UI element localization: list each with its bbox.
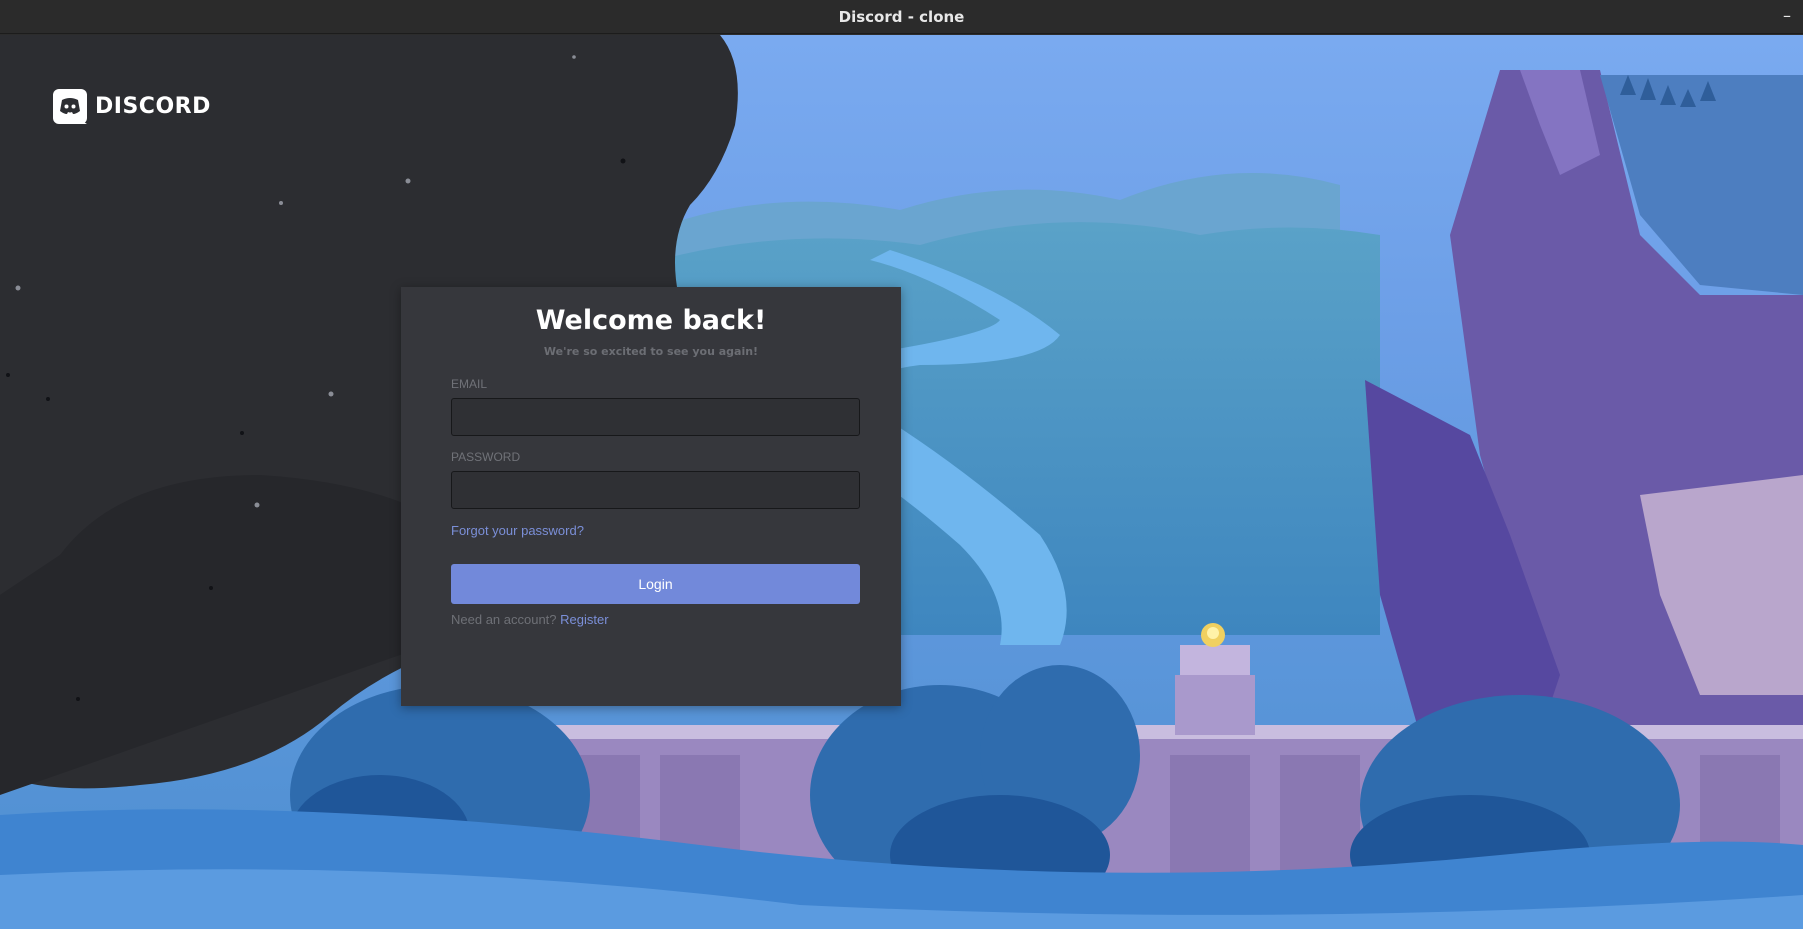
window-title: Discord - clone bbox=[838, 8, 965, 26]
forgot-password-link[interactable]: Forgot your password? bbox=[451, 523, 584, 538]
register-row: Need an account? Register bbox=[451, 612, 609, 627]
discord-icon bbox=[53, 89, 87, 124]
login-card: Welcome back! We're so excited to see yo… bbox=[401, 287, 901, 706]
window-titlebar: Discord - clone – bbox=[0, 0, 1803, 34]
password-label: PASSWORD bbox=[451, 450, 521, 464]
discord-wordmark: DISCORD bbox=[95, 94, 211, 119]
email-field[interactable] bbox=[451, 398, 860, 436]
page-title: Welcome back! bbox=[535, 305, 767, 336]
password-field[interactable] bbox=[451, 471, 860, 509]
login-button[interactable]: Login bbox=[451, 564, 860, 604]
register-link[interactable]: Register bbox=[560, 612, 608, 627]
minimize-button[interactable]: – bbox=[1783, 0, 1791, 32]
login-page: DISCORD Welcome back! We're so excited t… bbox=[0, 35, 1803, 929]
discord-logo: DISCORD bbox=[53, 89, 211, 124]
background-illustration bbox=[0, 35, 1803, 929]
register-prompt: Need an account? bbox=[451, 612, 557, 627]
page-subtitle: We're so excited to see you again! bbox=[543, 345, 759, 358]
email-label: EMAIL bbox=[451, 377, 488, 391]
